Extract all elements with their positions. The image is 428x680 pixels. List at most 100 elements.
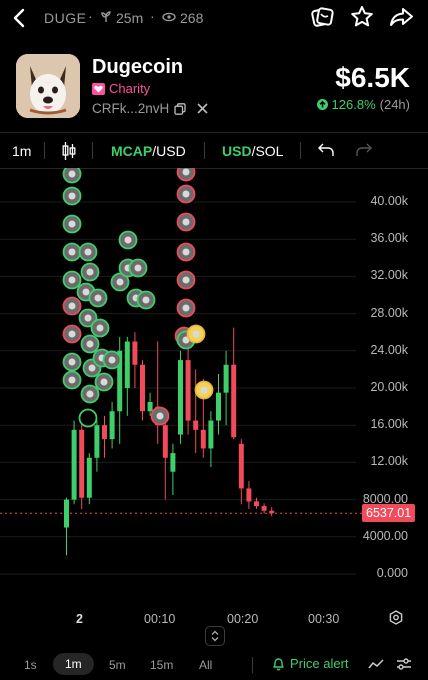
expand-chart-button[interactable] [205, 626, 225, 646]
token-name: Dugecoin [92, 56, 184, 78]
token-price: $6.5K [335, 62, 410, 93]
y-tick-label: 40.00k [370, 194, 408, 208]
timeframe-5m[interactable]: 5m [109, 658, 126, 672]
trade-marker-face [84, 248, 92, 256]
charity-label: Charity [109, 81, 151, 96]
y-tick-label: 12.00k [370, 454, 408, 469]
bottom-sep [252, 657, 253, 673]
stickers-icon[interactable] [310, 6, 334, 28]
trade-marker-face [182, 168, 190, 176]
price-change-percent: 126.8% [331, 97, 376, 112]
share-arrow-icon[interactable] [389, 6, 415, 28]
candle [246, 481, 252, 509]
y-tick-label: 4000.00 [362, 528, 408, 543]
price-change: 126.8% (24h) [316, 97, 410, 112]
candlestick-icon[interactable] [62, 141, 76, 161]
candle-body [193, 420, 199, 430]
timeframe-all[interactable]: All [199, 658, 212, 672]
x-tick: 00:30 [308, 612, 340, 626]
candle-body [246, 488, 252, 502]
trade-marker-face [192, 330, 200, 338]
trade-marker-face [68, 330, 76, 338]
top-bar: DUGE · 25m · 268 [0, 0, 428, 36]
separator-dot: · [88, 8, 93, 24]
indicators-sliders-icon[interactable] [396, 657, 412, 671]
usd-active-label: USD [222, 143, 252, 159]
candle-body [254, 501, 259, 507]
trade-marker-face [182, 304, 190, 312]
trade-marker-face [68, 302, 76, 310]
redo-icon[interactable] [356, 143, 372, 157]
timeframe-1m[interactable]: 1m [53, 653, 94, 675]
up-arrow-circle-icon [316, 99, 328, 110]
chart-toolbar: 1m MCAP/USD USD/SOL [0, 133, 428, 168]
undo-icon[interactable] [318, 143, 334, 157]
candle [185, 341, 191, 435]
mcap-usd-toggle[interactable]: MCAP/USD [111, 143, 186, 159]
candle-body [269, 510, 275, 514]
copy-icon[interactable] [174, 102, 186, 115]
candle-body [231, 364, 237, 438]
price-alert-button[interactable]: Price alert [272, 656, 349, 671]
trade-marker-face [68, 376, 76, 384]
toolbar-sep-4 [300, 142, 301, 159]
candle-body [124, 341, 130, 388]
trade-marker-face [68, 192, 76, 200]
trade-marker-face [68, 170, 76, 178]
candle-body [147, 401, 153, 412]
usd-label: /USD [152, 143, 186, 159]
trade-marker-face [134, 264, 142, 272]
trade-marker-face [86, 390, 94, 398]
candle [124, 336, 130, 416]
x-twitter-icon[interactable] [197, 103, 208, 114]
candle [269, 507, 275, 517]
toolbar-sep-2 [92, 142, 93, 159]
trade-marker[interactable] [78, 408, 98, 428]
line-chart-icon[interactable] [368, 658, 384, 670]
y-tick-label: 32.00k [370, 268, 408, 283]
candle-body [200, 429, 206, 449]
trade-marker-face [200, 386, 208, 394]
candle-body [64, 499, 69, 528]
contract-address: CRFk...2nvH [92, 101, 170, 116]
timeframe-1s[interactable]: 1s [24, 658, 37, 672]
back-arrow-icon[interactable] [12, 8, 26, 28]
candle [238, 439, 244, 505]
candle-body [102, 425, 107, 440]
trade-marker-face [96, 324, 104, 332]
timeframe-15m[interactable]: 15m [150, 658, 173, 672]
candle-body [71, 429, 77, 500]
price-chart[interactable]: 40.00k 36.00k 32.00k 28.00k 24.00k 20.00k 16.0… [0, 162, 428, 604]
interval-selector[interactable]: 1m [12, 143, 31, 159]
candle-body [132, 341, 138, 365]
trade-marker-face [182, 248, 190, 256]
trade-marker-face [82, 288, 90, 296]
trade-marker-face [88, 364, 96, 372]
trade-marker-face [94, 294, 102, 302]
y-tick-label: 28.00k [370, 305, 408, 320]
contract-address-row[interactable]: CRFk...2nvH [92, 101, 208, 116]
candle [86, 453, 92, 505]
trade-marker-face [68, 248, 76, 256]
trade-marker-face [68, 220, 76, 228]
candle-body [94, 425, 100, 458]
views-label: 268 [180, 10, 204, 26]
current-price-label: 6537.01 [366, 506, 412, 521]
candle [208, 411, 214, 468]
price-alert-label: Price alert [290, 656, 349, 671]
eye-icon [162, 12, 176, 22]
star-icon[interactable] [350, 5, 374, 28]
chart-settings-gear-icon[interactable] [388, 610, 404, 626]
candle-body [223, 364, 229, 393]
token-avatar[interactable] [16, 54, 80, 118]
trade-marker-face [108, 356, 116, 364]
toolbar-sep-3 [204, 142, 205, 159]
usd-sol-toggle[interactable]: USD/SOL [222, 143, 283, 159]
candle-body [140, 364, 145, 412]
candle [109, 401, 115, 449]
candle [155, 341, 161, 444]
sol-label: /SOL [251, 143, 284, 159]
candle [140, 360, 145, 421]
trade-marker-face [142, 296, 150, 304]
candle-body [238, 443, 244, 489]
